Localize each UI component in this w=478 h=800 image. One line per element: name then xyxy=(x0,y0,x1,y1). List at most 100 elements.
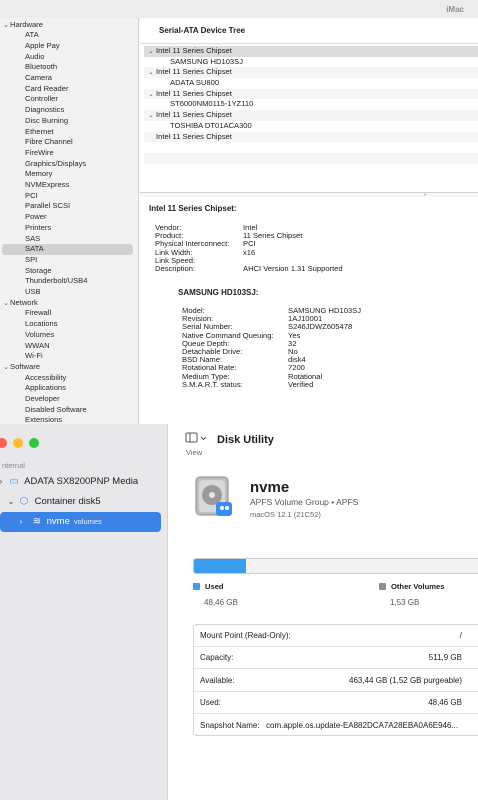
detail-subsection: SAMSUNG HD103SJ: Model: SAMSUNG HD103SJ Re… xyxy=(178,288,361,389)
chevron-down-icon[interactable]: ⌄ xyxy=(6,492,16,511)
sidebar-item-container[interactable]: ⌄ ⬡ Container disk5 xyxy=(6,492,101,511)
legend-used-value: 48,46 GB xyxy=(204,598,238,607)
sidebar-item-disc-burning[interactable]: Disc Burning xyxy=(0,116,131,127)
tree-row-empty xyxy=(144,163,478,175)
sidebar-item-power[interactable]: Power xyxy=(0,212,131,223)
splitter-handle-icon[interactable]: • xyxy=(424,193,426,199)
sidebar-item-wi-fi[interactable]: Wi-Fi xyxy=(0,351,131,362)
tree-row-label: Intel 11 Series Chipset xyxy=(156,46,232,55)
volume-info-table: Mount Point (Read-Only):/TCapacity:511,9… xyxy=(193,624,478,736)
tree-row[interactable]: ⌄ Intel 11 Series Chipset xyxy=(144,67,478,79)
zoom-window-button[interactable] xyxy=(29,438,39,448)
sidebar-item-ethernet[interactable]: Ethernet xyxy=(0,127,131,138)
minimize-window-button[interactable] xyxy=(13,438,23,448)
property-value: x16 xyxy=(243,247,256,257)
tree-row-label: Intel 11 Series Chipset xyxy=(156,131,232,141)
tree-row[interactable]: ⌄ Intel 11 Series Chipset xyxy=(144,88,478,100)
pane-splitter[interactable]: • xyxy=(140,192,478,199)
sidebar-item-fibre-channel[interactable]: Fibre Channel xyxy=(0,137,131,148)
sidebar-item-firewire[interactable]: FireWire xyxy=(0,148,131,159)
sidebar-item-ata[interactable]: ATA xyxy=(0,30,131,41)
tree-row[interactable]: Intel 11 Series Chipset xyxy=(144,131,478,143)
sidebar-item-disabled-software[interactable]: Disabled Software xyxy=(0,405,131,416)
sidebar-item-label: PCI xyxy=(25,190,38,200)
sidebar-item-audio[interactable]: Audio xyxy=(0,52,131,63)
sidebar-item-wwan[interactable]: WWAN xyxy=(0,341,131,352)
sidebar-item-bluetooth[interactable]: Bluetooth xyxy=(0,62,131,73)
sidebar-item-printers[interactable]: Printers xyxy=(0,223,131,234)
sidebar-section-hardware[interactable]: ⌄Hardware xyxy=(0,20,131,31)
info-key: Capacity: xyxy=(200,653,234,663)
legend-used-label: Used xyxy=(205,582,224,591)
info-value: 463,44 GB (1,52 GB purgeable) xyxy=(349,675,462,685)
sidebar-item-card-reader[interactable]: Card Reader xyxy=(0,84,131,95)
sidebar-item-label: Apple Pay xyxy=(25,40,60,50)
sidebar-item-storage[interactable]: Storage xyxy=(0,266,131,277)
sidebar-section-software[interactable]: ⌄Software xyxy=(0,362,131,373)
sidebar-item-disk[interactable]: ›▭ ADATA SX8200PNP Media xyxy=(0,472,138,491)
volume-name: nvme xyxy=(250,479,290,496)
sidebar-item-label: Thunderbolt/USB4 xyxy=(25,276,88,286)
sidebar-item-volume[interactable]: › ≋ nvme volumes xyxy=(0,512,161,532)
info-row: Mount Point (Read-Only):/T xyxy=(194,625,478,647)
volume-type: APFS Volume Group • APFS xyxy=(250,497,359,507)
sidebar-item-label: Accessibility xyxy=(25,372,67,382)
sidebar-item-nvmexpress[interactable]: NVMExpress xyxy=(0,180,131,191)
device-detail: Intel 11 Series Chipset: Vendor: Intel Pro… xyxy=(149,204,474,388)
chevron-right-icon[interactable]: › xyxy=(16,512,26,532)
tree-row[interactable]: ⌄ Intel 11 Series Chipset xyxy=(144,46,478,57)
tree-row-label: Intel 11 Series Chipset xyxy=(156,88,232,98)
container-label: Container disk5 xyxy=(34,496,101,507)
sidebar-item-applications[interactable]: Applications xyxy=(0,383,131,394)
internal-drive-icon: ▭ xyxy=(9,476,19,487)
sidebar-item-sas[interactable]: SAS xyxy=(0,234,131,245)
sidebar-item-memory[interactable]: Memory xyxy=(0,169,131,180)
sidebar-toggle-icon[interactable] xyxy=(185,431,209,445)
tree-row-empty xyxy=(144,152,478,164)
sidebar-item-label: Power xyxy=(25,212,47,222)
sidebar-item-developer[interactable]: Developer xyxy=(0,394,131,405)
tree-row[interactable]: ST6000NM0115-1YZ110 xyxy=(144,99,478,110)
tree-row[interactable]: ADATA SU800 xyxy=(144,78,478,89)
sidebar-item-apple-pay[interactable]: Apple Pay xyxy=(0,41,131,52)
sidebar-item-label: Ethernet xyxy=(25,126,54,136)
sidebar-item-label: Hardware xyxy=(10,19,43,29)
sidebar-item-locations[interactable]: Locations xyxy=(0,319,131,330)
sidebar-item-parallel-scsi[interactable]: Parallel SCSI xyxy=(0,201,131,212)
window-title: iMac xyxy=(446,5,464,14)
sidebar-item-label: Volumes xyxy=(25,329,55,339)
sidebar-item-graphics-displays[interactable]: Graphics/Displays xyxy=(0,159,131,170)
volume-label: nvme xyxy=(46,516,70,527)
tree-row[interactable]: SAMSUNG HD103SJ xyxy=(144,57,478,68)
device-tree-header: Serial-ATA Device Tree xyxy=(140,18,478,44)
sidebar-item-label: Printers xyxy=(25,222,52,232)
sidebar-section-network[interactable]: ⌄Network xyxy=(0,298,131,309)
sidebar-item-camera[interactable]: Camera xyxy=(0,73,131,84)
property-key: Description: xyxy=(155,263,196,273)
info-value: 48,46 GB xyxy=(428,698,462,708)
sidebar-item-usb[interactable]: USB xyxy=(0,287,131,298)
sidebar-item-firewall[interactable]: Firewall xyxy=(0,308,131,319)
sidebar-item-label: Card Reader xyxy=(25,83,69,93)
sidebar-item-label: Disabled Software xyxy=(25,404,87,414)
close-window-button[interactable] xyxy=(0,438,7,448)
sidebar-item-volumes[interactable]: Volumes xyxy=(0,330,131,341)
info-row: Snapshot Name: com.apple.os.update-EA882D… xyxy=(194,715,478,735)
sidebar-item-pci[interactable]: PCI xyxy=(0,191,131,202)
sidebar-item-controller[interactable]: Controller xyxy=(0,94,131,105)
tree-row[interactable]: TOSHIBA DT01ACA300 xyxy=(144,121,478,132)
sidebar-item-extensions[interactable]: Extensions xyxy=(0,415,131,424)
sidebar-item-sata[interactable]: SATA xyxy=(2,244,133,255)
sidebar-item-spi[interactable]: SPI xyxy=(0,255,131,266)
sidebar-item-accessibility[interactable]: Accessibility xyxy=(0,373,131,384)
tree-row[interactable]: ⌄ Intel 11 Series Chipset xyxy=(144,110,478,121)
system-information-window: iMac ⌄Hardware ATA Apple Pay Audio Bluetooth… xyxy=(0,0,478,424)
du-sidebar: nternal ›▭ ADATA SX8200PNP Media ⌄⬡ Cont… xyxy=(0,424,168,800)
du-toolbar: View Disk Utility xyxy=(169,424,478,464)
sidebar-item-label: Software xyxy=(10,361,40,371)
sidebar-item-label: WWAN xyxy=(25,340,50,350)
sidebar-item-thunderbolt-usb4[interactable]: Thunderbolt/USB4 xyxy=(0,276,131,287)
sidebar-item-label: Disc Burning xyxy=(25,115,69,125)
tree-row-label: Intel 11 Series Chipset xyxy=(156,67,232,77)
sidebar-item-diagnostics[interactable]: Diagnostics xyxy=(0,105,131,116)
